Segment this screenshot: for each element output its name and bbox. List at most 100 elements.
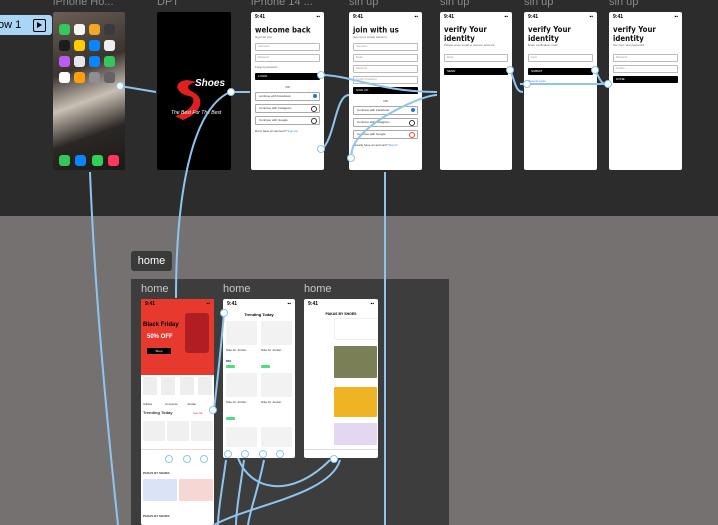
product-name[interactable]: Nike Air Jordan bbox=[261, 348, 281, 352]
google-button[interactable]: Continue with Google bbox=[353, 130, 418, 139]
connection-node[interactable] bbox=[165, 455, 173, 463]
tab-bar[interactable] bbox=[304, 449, 378, 458]
email-field[interactable]: Email bbox=[444, 54, 508, 62]
brand-logo bbox=[175, 80, 201, 120]
signup-button[interactable]: SIGN UP bbox=[353, 87, 418, 94]
frame-signup-1[interactable]: 9:41 ▪▪ join with us sign up to create ac… bbox=[349, 12, 422, 170]
section-label-home[interactable]: home bbox=[131, 251, 172, 271]
username-field[interactable]: Username bbox=[255, 43, 320, 51]
frame-label-home-3[interactable]: home bbox=[304, 283, 332, 295]
connection-node[interactable] bbox=[209, 406, 217, 414]
frame-label-signup2[interactable]: sin up bbox=[440, 0, 469, 8]
pakas-title: PAKAS BY SHOES bbox=[325, 312, 357, 316]
play-icon[interactable] bbox=[33, 18, 46, 32]
connection-node[interactable] bbox=[259, 450, 267, 458]
signal-icon: ▪▪ bbox=[316, 14, 320, 20]
frame-login[interactable]: 9:41 ▪▪ welcome back sign into you Userna… bbox=[251, 12, 324, 170]
connection-node[interactable] bbox=[224, 450, 232, 458]
banner-image bbox=[185, 313, 209, 353]
connection-node[interactable] bbox=[604, 80, 612, 88]
code-field[interactable]: Code bbox=[528, 54, 593, 62]
product-name[interactable]: Nike Air Jordan bbox=[226, 348, 246, 352]
signal-icon: ▪▪ bbox=[414, 14, 418, 20]
signup-link[interactable]: Sign Up bbox=[287, 129, 298, 133]
frame-dpt[interactable]: Shoes The Best For The Best bbox=[157, 12, 231, 170]
connection-node[interactable] bbox=[330, 455, 338, 463]
frame-label-signup4[interactable]: sin up bbox=[609, 0, 638, 8]
frame-label-iphone-home[interactable]: iPhone Ho... bbox=[53, 0, 125, 8]
verify-title: verify Your identity bbox=[613, 25, 656, 43]
category-adidas[interactable]: Adidas bbox=[143, 402, 152, 406]
product-name[interactable]: Nike Air Jordan bbox=[261, 400, 281, 404]
connection-node[interactable] bbox=[506, 66, 514, 74]
signin-link[interactable]: Sign In bbox=[389, 143, 398, 147]
connection-node[interactable] bbox=[116, 82, 124, 90]
frame-label-login[interactable]: iPhone 14 ... bbox=[251, 0, 323, 8]
google-button[interactable]: Continue with Google bbox=[255, 116, 320, 125]
frame-home-2[interactable]: 9:41 ▪▪ Trending Today Nike Air Jordan Ni… bbox=[223, 299, 295, 458]
facebook-button[interactable]: Continue with Facebook bbox=[353, 106, 418, 115]
done-button[interactable]: DONE bbox=[613, 76, 678, 83]
connection-node[interactable] bbox=[183, 455, 191, 463]
connection-node[interactable] bbox=[591, 66, 599, 74]
price-tag bbox=[261, 365, 270, 368]
pakas-heading: PAKAS BY SHOES bbox=[143, 471, 170, 475]
google-icon bbox=[311, 118, 317, 124]
frame-home-1[interactable]: 9:41 ▪▪ Black Friday 50% OFF Shop Adidas … bbox=[141, 299, 214, 525]
signup-subtitle: sign up to create account bbox=[353, 35, 387, 39]
frame-label-home-2[interactable]: home bbox=[223, 283, 251, 295]
frame-signup-3[interactable]: 9:41 ▪▪ verify Your identity Enter verifi… bbox=[524, 12, 597, 170]
login-button[interactable]: LOGIN bbox=[255, 73, 320, 80]
verify-title: verify Your identity bbox=[528, 25, 571, 43]
email-field[interactable]: Email bbox=[353, 54, 418, 62]
flow-starting-point[interactable]: ow 1 bbox=[0, 15, 52, 35]
facebook-icon bbox=[313, 94, 317, 98]
connection-node[interactable] bbox=[220, 309, 228, 317]
confirm-password-field[interactable]: Confirm Password bbox=[353, 76, 418, 84]
status-time: 9:41 bbox=[353, 14, 364, 20]
password-field[interactable]: Password bbox=[255, 54, 320, 62]
frame-iphone-home[interactable] bbox=[53, 12, 125, 170]
or-divider: OR bbox=[383, 99, 388, 103]
connection-node[interactable] bbox=[241, 450, 249, 458]
forgot-password-link[interactable]: Forgot password bbox=[251, 64, 324, 70]
instagram-button[interactable]: Continue with Instagram bbox=[255, 104, 320, 113]
frame-signup-4[interactable]: 9:41 ▪▪ verify Your identity Set your new… bbox=[609, 12, 682, 170]
frame-label-home-1[interactable]: home bbox=[141, 283, 169, 295]
category-converse[interactable]: Converse bbox=[165, 402, 178, 406]
username-field[interactable]: Username bbox=[353, 43, 418, 51]
connection-node[interactable] bbox=[276, 450, 284, 458]
flow-label: ow 1 bbox=[0, 19, 22, 31]
password-field[interactable]: Password bbox=[613, 54, 678, 62]
product-name[interactable]: Nike Air Jordan bbox=[226, 400, 246, 404]
submit-button[interactable]: SUBMIT bbox=[528, 68, 593, 75]
signal-icon: ▪▪ bbox=[589, 14, 593, 20]
shop-button[interactable]: Shop bbox=[147, 348, 171, 354]
confirm-field[interactable]: Confirm bbox=[613, 65, 678, 73]
resend-link[interactable]: Resend code bbox=[524, 75, 597, 87]
frame-signup-2[interactable]: 9:41 ▪▪ verify Your identity Please enter… bbox=[440, 12, 512, 170]
or-divider: OR bbox=[285, 85, 290, 89]
facebook-button[interactable]: continue with Facebook bbox=[255, 92, 320, 101]
see-all-link[interactable]: See All bbox=[193, 411, 202, 415]
frame-label-signup3[interactable]: sin up bbox=[524, 0, 553, 8]
send-button[interactable]: SEND bbox=[444, 68, 508, 75]
connection-node[interactable] bbox=[317, 145, 325, 153]
signup-title: join with us bbox=[353, 25, 399, 35]
password-field[interactable]: Password bbox=[353, 65, 418, 73]
instagram-button[interactable]: Continue with Instagram bbox=[353, 118, 418, 127]
signup-footer: Already have an account? Sign In bbox=[353, 143, 398, 147]
instagram-icon bbox=[409, 120, 415, 126]
connection-node[interactable] bbox=[317, 71, 325, 79]
frame-label-dpt[interactable]: DPT bbox=[157, 0, 179, 8]
connection-node[interactable] bbox=[200, 455, 208, 463]
connection-node[interactable] bbox=[347, 154, 355, 162]
connection-node[interactable] bbox=[523, 80, 531, 88]
category-jordan[interactable]: Jordan bbox=[187, 402, 196, 406]
frame-home-3[interactable]: 9:41 ▪▪ PAKAS BY SHOES bbox=[304, 299, 378, 458]
facebook-icon bbox=[411, 108, 415, 112]
promo-banner[interactable]: 9:41 ▪▪ Black Friday 50% OFF Shop bbox=[141, 299, 214, 375]
frame-label-signup1[interactable]: sin up bbox=[349, 0, 378, 8]
signal-icon: ▪▪ bbox=[370, 301, 374, 307]
connection-node[interactable] bbox=[227, 88, 235, 96]
